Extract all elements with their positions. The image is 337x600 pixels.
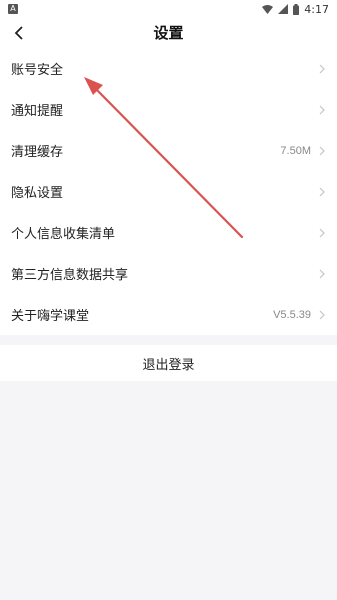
settings-item-label: 账号安全 <box>11 63 64 78</box>
status-left: A <box>8 4 18 14</box>
status-time: 4:17 <box>304 2 329 16</box>
settings-item-clear-cache[interactable]: 清理缓存 7.50M <box>0 130 337 171</box>
settings-item-account-security[interactable]: 账号安全 <box>0 48 337 89</box>
chevron-right-icon <box>319 269 325 278</box>
back-button[interactable] <box>6 20 32 46</box>
chevron-right-icon <box>319 64 325 73</box>
settings-list: 账号安全 通知提醒 清理缓存 7.50M 隐私设置 个人信息收集清单 第三方信息… <box>0 48 337 335</box>
chevron-right-icon <box>319 105 325 114</box>
settings-item-right <box>311 64 325 74</box>
status-bar: A 4:17 <box>0 0 337 18</box>
notification-app-icon: A <box>8 4 18 14</box>
settings-item-third-party-sharing[interactable]: 第三方信息数据共享 <box>0 253 337 294</box>
settings-item-label: 第三方信息数据共享 <box>11 268 129 283</box>
settings-item-label: 关于嗨学课堂 <box>11 309 90 324</box>
settings-item-right <box>311 228 325 238</box>
settings-item-personal-info-list[interactable]: 个人信息收集清单 <box>0 212 337 253</box>
settings-item-privacy[interactable]: 隐私设置 <box>0 171 337 212</box>
settings-item-right: V5.5.39 <box>273 309 325 321</box>
chevron-right-icon <box>319 310 325 319</box>
settings-item-label: 隐私设置 <box>11 186 64 201</box>
settings-item-about[interactable]: 关于嗨学课堂 V5.5.39 <box>0 294 337 335</box>
settings-item-label: 个人信息收集清单 <box>11 227 116 242</box>
logout-button[interactable]: 退出登录 <box>0 345 337 381</box>
wifi-icon <box>262 4 274 14</box>
chevron-right-icon <box>319 187 325 196</box>
settings-item-notifications[interactable]: 通知提醒 <box>0 89 337 130</box>
logout-label: 退出登录 <box>142 357 195 373</box>
chevron-right-icon <box>319 146 325 155</box>
status-right: 4:17 <box>262 3 329 16</box>
app-version-value: V5.5.39 <box>273 308 311 321</box>
cache-size-value: 7.50M <box>280 144 311 157</box>
settings-item-right <box>311 187 325 197</box>
chevron-right-icon <box>319 228 325 237</box>
settings-item-right <box>311 105 325 115</box>
battery-icon <box>293 3 300 15</box>
settings-item-right: 7.50M <box>280 145 325 157</box>
settings-item-label: 通知提醒 <box>11 104 64 119</box>
signal-icon <box>278 4 289 14</box>
settings-item-right <box>311 269 325 279</box>
chevron-left-icon <box>14 26 23 40</box>
page-title: 设置 <box>153 24 184 42</box>
header: 设置 <box>0 18 337 48</box>
settings-item-label: 清理缓存 <box>11 145 64 160</box>
